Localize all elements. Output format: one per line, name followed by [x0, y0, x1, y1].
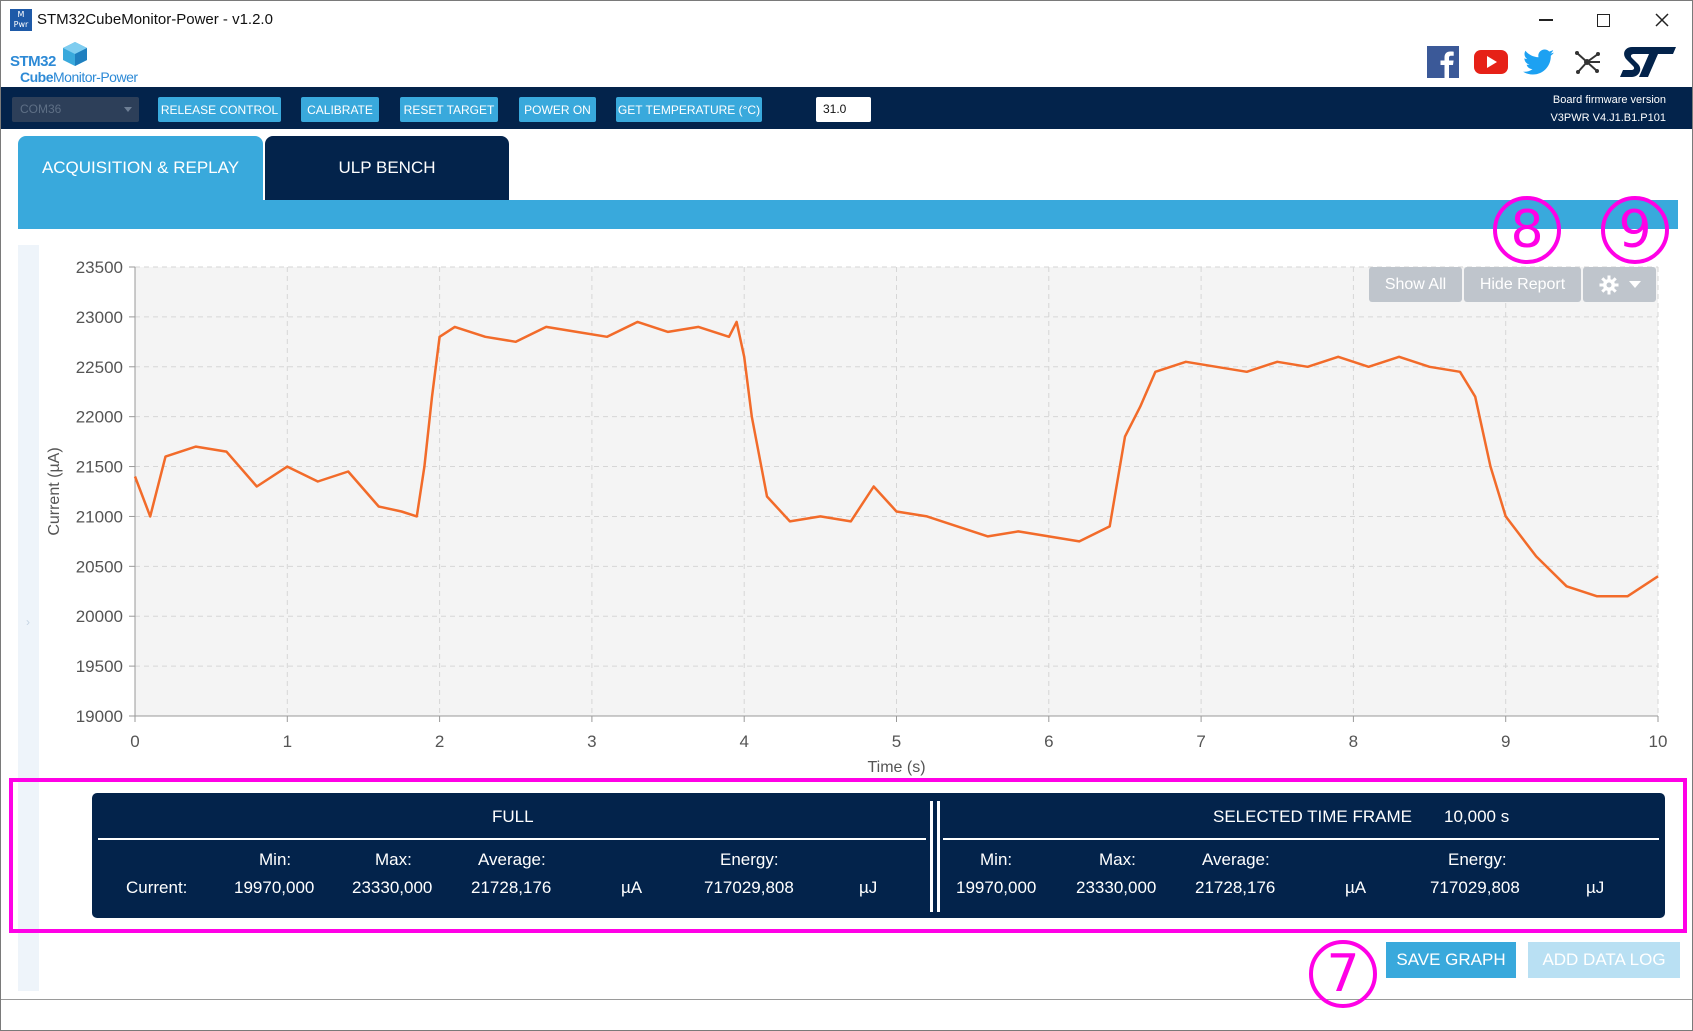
x-tick-label: 4 — [739, 732, 748, 751]
y-tick-label: 21000 — [76, 507, 123, 526]
calibrate-button[interactable]: CALIBRATE — [301, 97, 379, 122]
logo-cube-text: Cube — [20, 69, 54, 85]
app-header: STM32 CubeMonitor-Power — [1, 39, 1692, 87]
tab-ulp-bench[interactable]: ULP BENCH — [265, 136, 509, 200]
x-tick-label: 8 — [1349, 732, 1358, 751]
y-tick-label: 21500 — [76, 458, 123, 477]
chevron-down-icon — [124, 107, 132, 112]
twitter-icon — [1523, 49, 1554, 75]
y-tick-label: 19000 — [76, 707, 123, 726]
logo-monitor-text: Monitor-Power — [53, 69, 138, 85]
hide-report-button[interactable]: Hide Report — [1464, 267, 1581, 302]
y-tick-label: 20000 — [76, 607, 123, 626]
y-axis-label: Current (µA) — [46, 447, 63, 535]
toolbar: COM36 RELEASE CONTROL CALIBRATE RESET TA… — [1, 87, 1692, 129]
logo-product-name: CubeMonitor-Power — [20, 69, 138, 85]
minimize-icon — [1539, 19, 1553, 21]
x-tick-label: 7 — [1196, 732, 1205, 751]
maximize-button[interactable] — [1576, 1, 1630, 39]
logo-stm-text: STM32 — [10, 53, 56, 70]
st-link[interactable] — [1618, 45, 1678, 79]
title-bar: M Pwr STM32CubeMonitor-Power - v1.2.0 — [1, 1, 1692, 39]
y-tick-label: 22000 — [76, 408, 123, 427]
app-icon: M Pwr — [10, 9, 32, 31]
close-icon — [1655, 13, 1669, 27]
show-all-button[interactable]: Show All — [1369, 267, 1462, 302]
status-divider — [1, 999, 1692, 1000]
grip-icon: › — [26, 615, 30, 629]
app-window: M Pwr STM32CubeMonitor-Power - v1.2.0 STM… — [0, 0, 1693, 1031]
x-tick-label: 6 — [1044, 732, 1053, 751]
social-links — [1426, 45, 1678, 79]
power-on-button[interactable]: POWER ON — [519, 97, 596, 122]
temperature-field[interactable]: 31.0 — [816, 97, 871, 122]
add-data-log-button[interactable]: ADD DATA LOG — [1528, 942, 1680, 978]
chart-settings-button[interactable] — [1583, 267, 1656, 302]
y-tick-label: 23500 — [76, 258, 123, 277]
firmware-info: Board firmware version V3PWR V4.J1.B1.P1… — [1550, 91, 1666, 127]
x-tick-label: 3 — [587, 732, 596, 751]
tab-acquisition-replay[interactable]: ACQUISITION & REPLAY — [18, 136, 263, 200]
x-tick-label: 5 — [892, 732, 901, 751]
firmware-version: V3PWR V4.J1.B1.P101 — [1550, 112, 1666, 124]
y-tick-label: 19500 — [76, 657, 123, 676]
youtube-link[interactable] — [1474, 45, 1508, 79]
minimize-button[interactable] — [1519, 1, 1573, 39]
com-port-select[interactable]: COM36 — [12, 97, 139, 122]
x-tick-label: 10 — [1649, 732, 1668, 751]
x-tick-label: 2 — [435, 732, 444, 751]
x-tick-label: 9 — [1501, 732, 1510, 751]
get-temperature-button[interactable]: GET TEMPERATURE (°C) — [616, 97, 762, 122]
annotation-7: 7 — [1309, 940, 1377, 1008]
chart-svg: 19000 19500 20000 20500 21000 21500 22000 22500… — [46, 258, 1668, 776]
save-graph-button[interactable]: SAVE GRAPH — [1386, 942, 1516, 978]
maximize-icon — [1596, 13, 1610, 27]
caret-down-icon — [1628, 280, 1641, 288]
current-chart[interactable]: 19000 19500 20000 20500 21000 21500 22000 22500… — [41, 245, 1678, 780]
x-tick-label: 0 — [130, 732, 139, 751]
facebook-link[interactable] — [1426, 45, 1460, 79]
com-port-value: COM36 — [20, 102, 62, 116]
x-axis-label: Time (s) — [867, 759, 925, 776]
window-title: STM32CubeMonitor-Power - v1.2.0 — [37, 11, 273, 28]
firmware-label: Board firmware version — [1552, 94, 1666, 106]
y-tick-label: 20500 — [76, 557, 123, 576]
release-control-button[interactable]: RELEASE CONTROL — [158, 97, 281, 122]
app-logo: STM32 CubeMonitor-Power — [10, 41, 160, 85]
network-link[interactable] — [1570, 45, 1604, 79]
st-logo — [1620, 47, 1676, 77]
report-highlight-annotation — [9, 778, 1687, 933]
annotation-8: 8 — [1493, 196, 1561, 264]
network-icon — [1575, 51, 1600, 74]
close-button[interactable] — [1635, 1, 1689, 39]
y-tick-label: 23000 — [76, 308, 123, 327]
y-tick-label: 22500 — [76, 358, 123, 377]
gear-icon — [1599, 275, 1618, 294]
reset-target-button[interactable]: RESET TARGET — [400, 97, 498, 122]
youtube-icon — [1474, 50, 1508, 74]
cube-logo-icon — [63, 42, 87, 66]
tab-strip — [18, 200, 1678, 229]
facebook-icon — [1427, 46, 1459, 78]
annotation-9: 9 — [1601, 196, 1669, 264]
x-tick-label: 1 — [283, 732, 292, 751]
twitter-link[interactable] — [1522, 45, 1556, 79]
